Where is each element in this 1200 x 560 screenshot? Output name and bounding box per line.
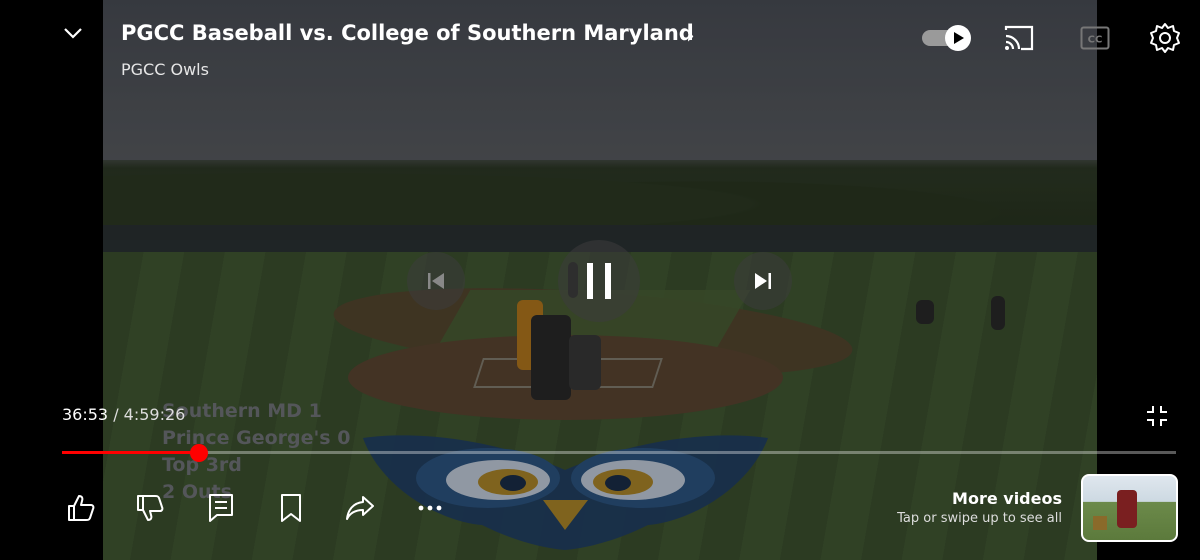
next-button[interactable]	[734, 252, 792, 310]
pause-icon	[587, 263, 611, 299]
exit-fullscreen-icon[interactable]	[1146, 405, 1168, 427]
svg-text:CC: CC	[1088, 35, 1103, 46]
captions-icon[interactable]: CC	[1080, 26, 1110, 50]
duration: 4:59:26	[123, 405, 186, 424]
previous-button[interactable]	[407, 252, 465, 310]
more-videos-thumbnail[interactable]	[1081, 474, 1178, 542]
title-chevron-right-icon[interactable]: ›	[686, 24, 695, 49]
progress-track[interactable]	[62, 451, 1176, 454]
next-icon	[755, 273, 771, 289]
previous-icon	[428, 273, 444, 289]
current-time: 36:53	[62, 405, 109, 424]
channel-name[interactable]: PGCC Owls	[121, 60, 209, 79]
scrubber-handle[interactable]	[190, 444, 208, 462]
chevron-down-icon[interactable]	[62, 22, 84, 44]
more-videos-title[interactable]: More videos	[952, 489, 1062, 508]
thumbnail-figure	[1117, 490, 1137, 528]
pause-button[interactable]	[558, 240, 640, 322]
score-line-away: Southern MD 1	[162, 400, 322, 422]
thumbs-down-icon[interactable]	[134, 492, 166, 524]
comments-icon[interactable]	[205, 492, 237, 524]
thumbs-up-icon[interactable]	[65, 492, 97, 524]
autoplay-toggle-icon[interactable]	[920, 24, 972, 52]
more-videos-hint: Tap or swipe up to see all	[897, 511, 1062, 526]
score-outs: 2 Outs	[162, 481, 232, 503]
cast-icon[interactable]	[1003, 24, 1035, 52]
gear-icon[interactable]	[1149, 22, 1181, 54]
share-icon[interactable]	[344, 492, 376, 524]
time-separator: /	[108, 405, 124, 424]
bookmark-icon[interactable]	[275, 492, 307, 524]
thumbnail-block	[1093, 516, 1107, 530]
time-display: 36:53 / 4:59:26	[62, 405, 185, 424]
more-icon[interactable]	[414, 492, 446, 524]
video-title[interactable]: PGCC Baseball vs. College of Southern Ma…	[121, 21, 694, 45]
progress-played	[62, 451, 199, 454]
